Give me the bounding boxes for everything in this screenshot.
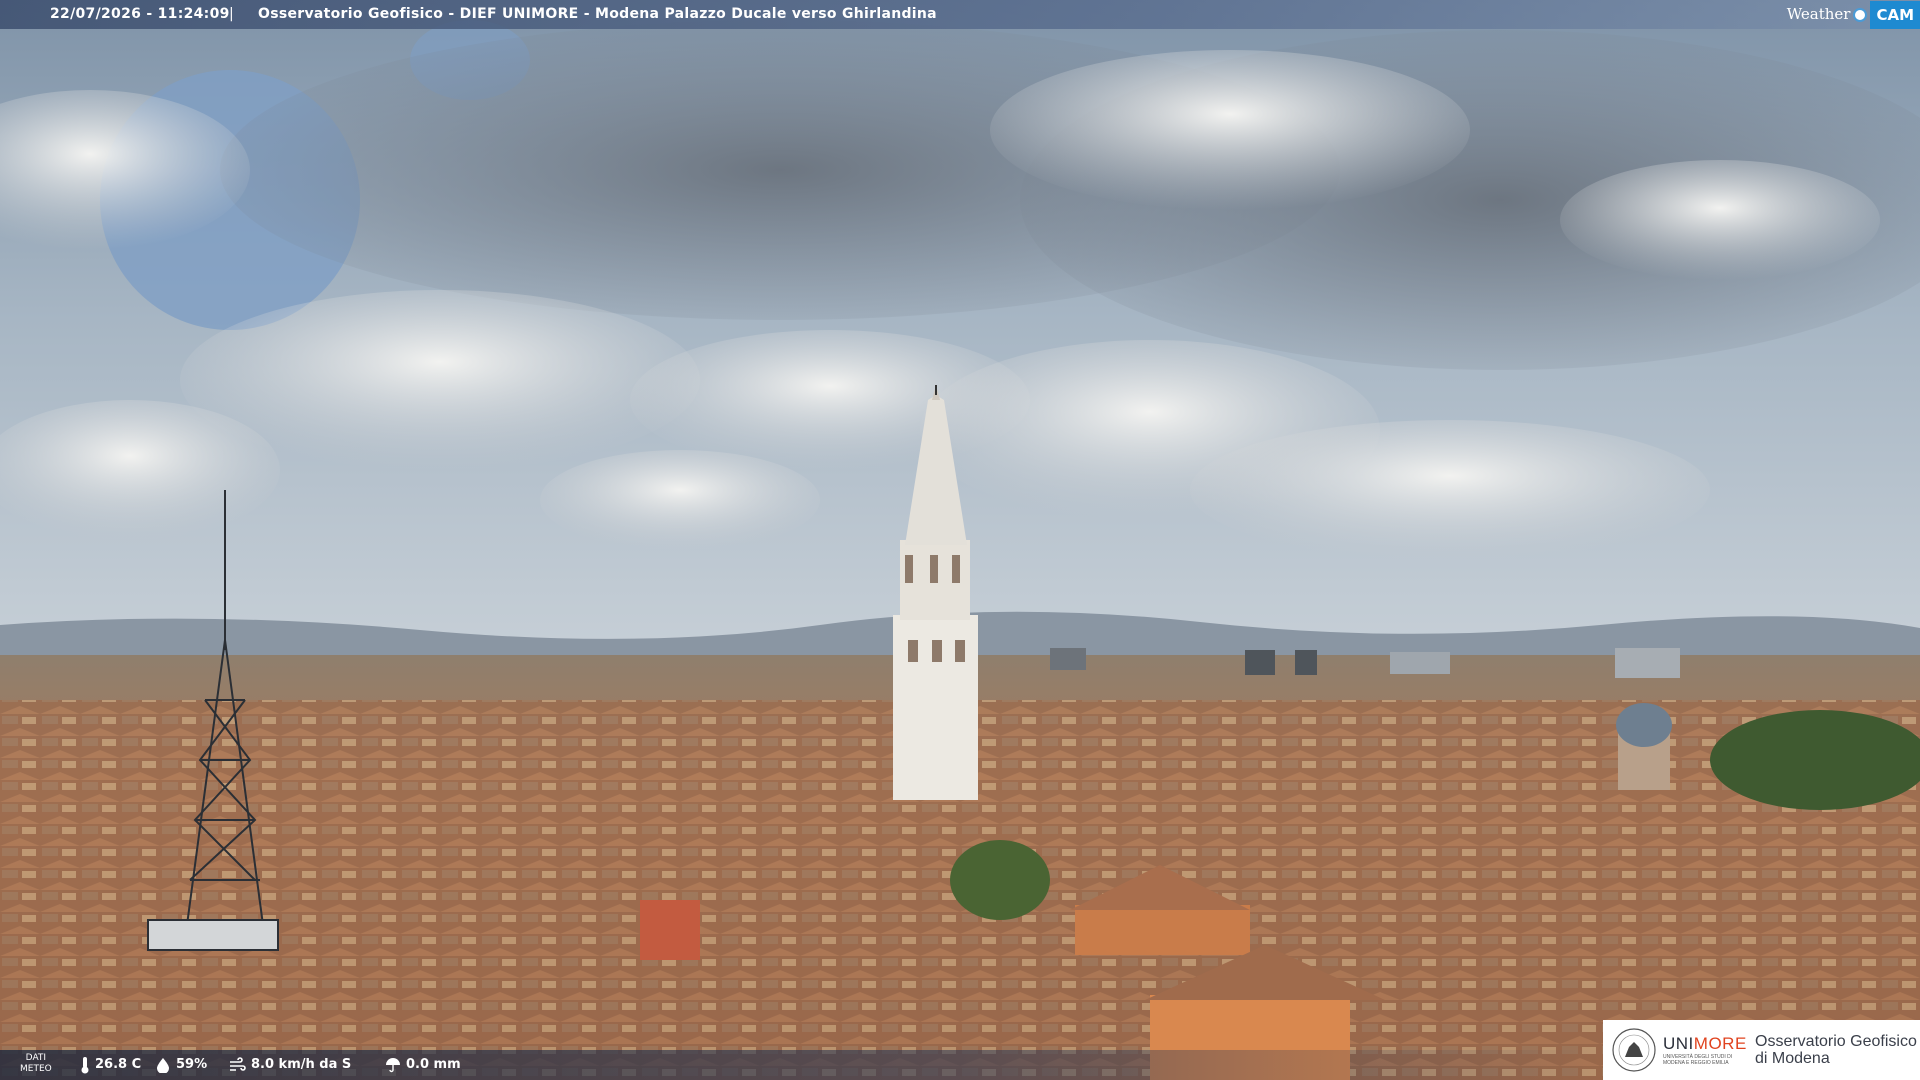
humidity-drop-icon	[157, 1058, 169, 1073]
webcam-photo	[0, 0, 1920, 1080]
rain-value: 0.0 mm	[406, 1057, 461, 1072]
thermometer-icon	[81, 1057, 89, 1074]
weathercam-logo-cam: CAM	[1870, 0, 1920, 29]
observatory-line2: di Modena	[1755, 1050, 1830, 1067]
unimore-name-a: UNI	[1663, 1034, 1694, 1053]
weathercam-logo-text: Weather	[1786, 5, 1851, 23]
weather-data-bar: DATI METEO 26.8 C 59% 8.0 km/h da S 0.0 …	[0, 1050, 1600, 1080]
separator: |	[229, 6, 234, 22]
observatory-name: Osservatorio Geofisico di Modena	[1755, 1033, 1917, 1067]
camera-title: Osservatorio Geofisico - DIEF UNIMORE - …	[258, 6, 937, 22]
timestamp: 22/07/2026 - 11:24:09	[50, 6, 230, 22]
temperature-reading: 26.8 C	[80, 1050, 141, 1080]
wind-value: 8.0 km/h da S	[251, 1057, 352, 1072]
weather-data-label: DATI METEO	[20, 1053, 52, 1075]
umbrella-icon	[386, 1058, 400, 1073]
unimore-name-b: MORE	[1693, 1034, 1747, 1053]
top-info-bar: 22/07/2026 - 11:24:09 | Osservatorio Geo…	[0, 0, 1920, 29]
weathercam-logo: Weather CAM	[1787, 0, 1920, 29]
wind-reading: 8.0 km/h da S	[228, 1050, 351, 1080]
weather-data-label-line1: DATI	[25, 1053, 47, 1063]
unimore-logo-box: UNIMORE UNIVERSITÀ DEGLI STUDI DI MODENA…	[1603, 1020, 1920, 1080]
rain-reading: 0.0 mm	[385, 1050, 461, 1080]
humidity-value: 59%	[176, 1057, 208, 1072]
unimore-seal-icon	[1612, 1028, 1656, 1072]
humidity-reading: 59%	[155, 1050, 207, 1080]
unimore-name: UNIMORE UNIVERSITÀ DEGLI STUDI DI MODENA…	[1663, 1034, 1747, 1066]
wind-icon	[230, 1057, 246, 1071]
unimore-subtitle: UNIVERSITÀ DEGLI STUDI DI MODENA E REGGI…	[1663, 1054, 1733, 1066]
weathercam-dot-icon	[1853, 7, 1868, 22]
observatory-line1: Osservatorio Geofisico	[1755, 1033, 1917, 1050]
weather-data-label-line2: METEO	[20, 1064, 52, 1074]
temperature-value: 26.8 C	[95, 1057, 142, 1072]
